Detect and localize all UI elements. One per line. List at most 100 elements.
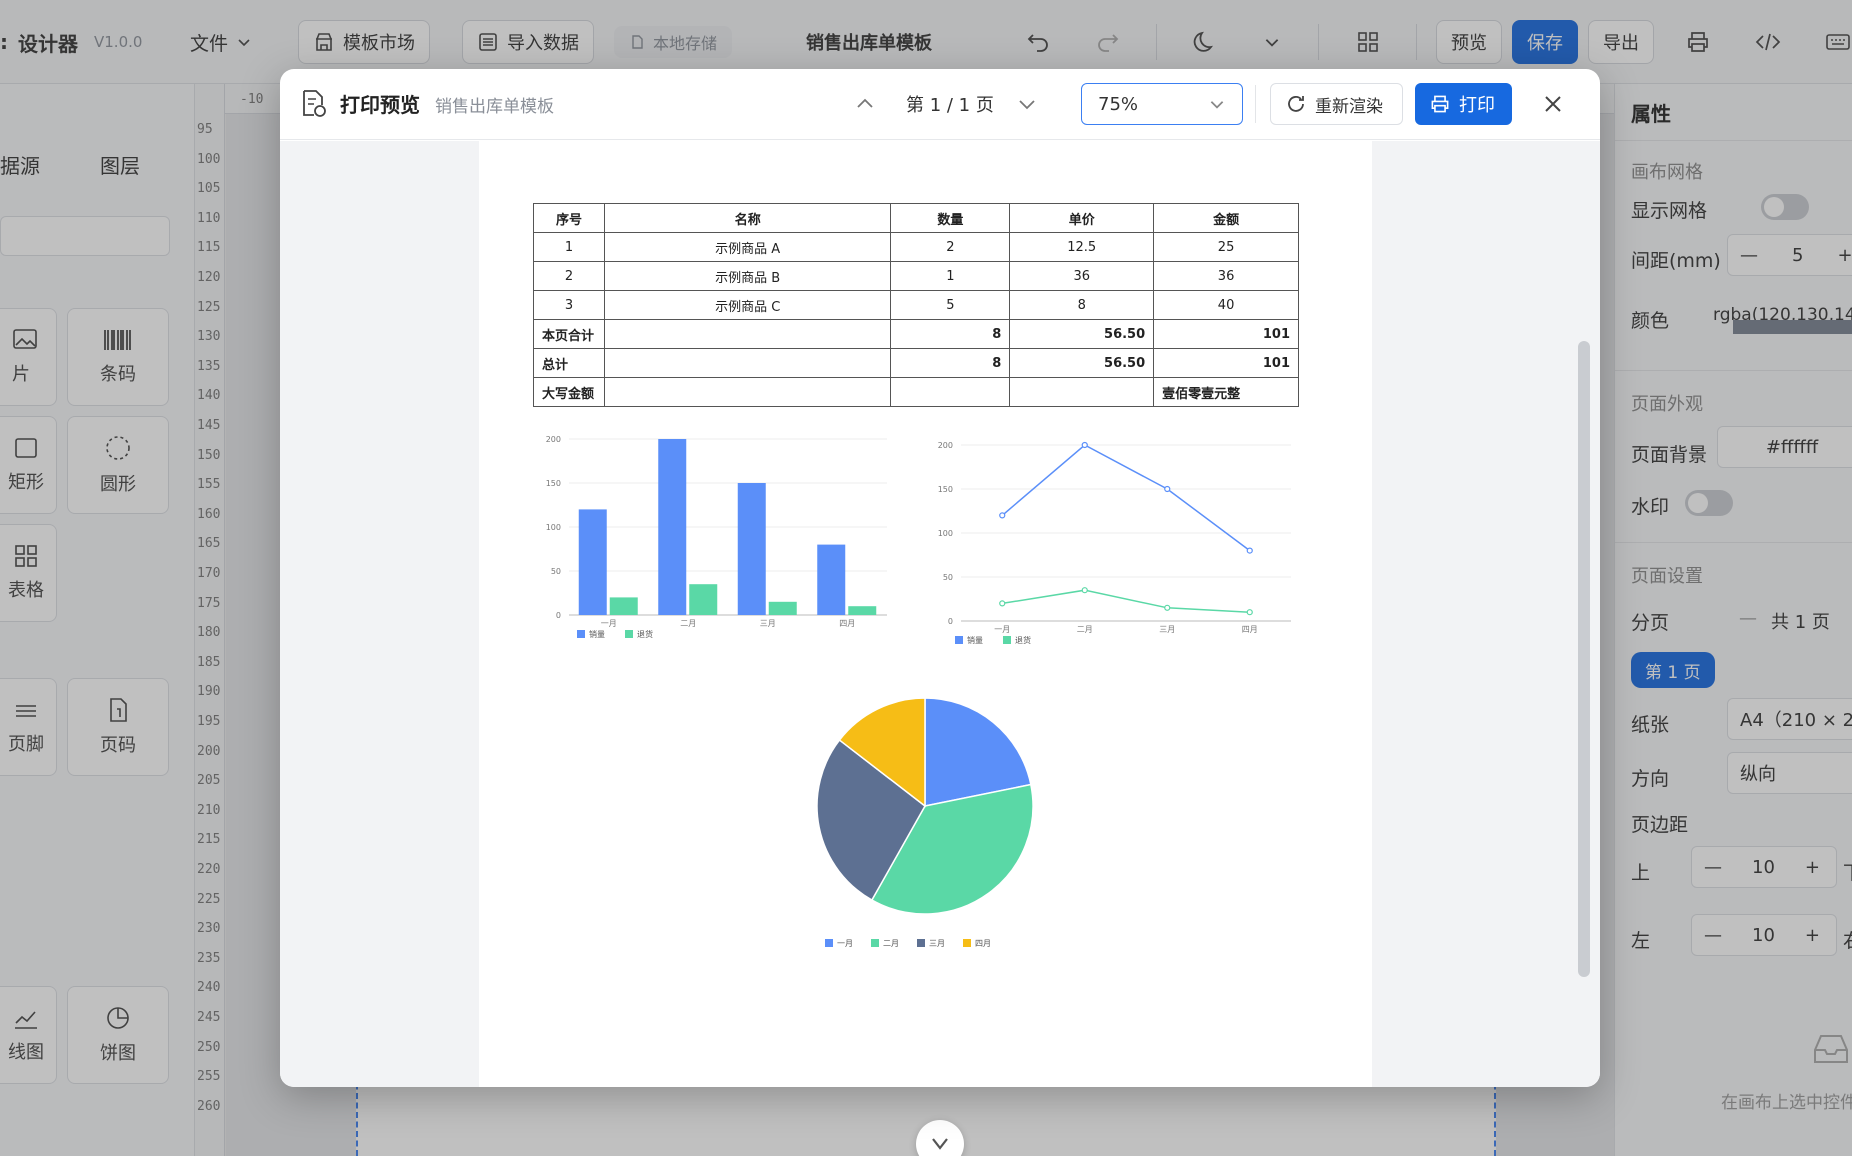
- refresh-icon: [1288, 96, 1304, 112]
- y-tick-label: 150: [938, 485, 953, 494]
- printer-icon: [1431, 95, 1449, 113]
- preview-body[interactable]: 序号 名称 数量 单价 金额 1 示例商品 A 2 12.5 25 2 示例商品…: [280, 141, 1600, 1087]
- table-cell: 12.5: [1009, 232, 1155, 262]
- chevron-down-icon[interactable]: [1016, 93, 1038, 115]
- y-tick-label: 50: [551, 567, 561, 576]
- data-point: [1081, 587, 1088, 594]
- table-row: 1 示例商品 A 2 12.5 25: [533, 232, 1299, 262]
- legend-swatch: [955, 636, 963, 644]
- data-point: [999, 600, 1006, 607]
- amount-words-row: 大写金额 壹佰零壹元整: [533, 377, 1299, 407]
- grand-total-row: 总计 8 56.50 101: [533, 348, 1299, 378]
- data-point: [999, 512, 1006, 519]
- table-cell: 101: [1153, 348, 1299, 378]
- modal-subtitle: 销售出库单模板: [435, 97, 554, 117]
- pie-chart: 一月 二月 三月 四月: [816, 697, 1034, 948]
- table-cell: 36: [1153, 261, 1299, 291]
- table-cell: 1: [890, 261, 1011, 291]
- series-line: [1002, 589, 1250, 613]
- table-cell: 25: [1153, 232, 1299, 262]
- line-chart: 0 50 100 150 200 一月 二月 三月 四月销量 退货: [938, 441, 1291, 645]
- table-cell: [1009, 377, 1155, 407]
- table-cell: 36: [1009, 261, 1155, 291]
- preview-page: 序号 名称 数量 单价 金额 1 示例商品 A 2 12.5 25 2 示例商品…: [479, 141, 1372, 1087]
- legend-label: 退货: [637, 629, 653, 639]
- bar: [658, 439, 687, 615]
- zoom-select[interactable]: 75%: [1081, 83, 1243, 125]
- rerender-button[interactable]: 重新渲染: [1270, 83, 1403, 125]
- x-tick-label: 三月: [1159, 625, 1175, 634]
- legend-label: 三月: [929, 939, 945, 948]
- divider: [1255, 85, 1256, 123]
- table-cell: 大写金额: [533, 377, 605, 407]
- table-cell: [890, 377, 1011, 407]
- y-tick-label: 50: [943, 573, 953, 582]
- table-cell: 3: [533, 290, 605, 320]
- series-line: [1001, 444, 1251, 552]
- table-header-row: 序号 名称 数量 单价 金额: [533, 203, 1299, 233]
- bar: [817, 544, 846, 615]
- data-point: [1246, 547, 1253, 554]
- table-cell: [603, 319, 892, 349]
- table-row: 3 示例商品 C 5 8 40: [533, 290, 1299, 320]
- bar: [578, 509, 607, 615]
- modal-title: 打印预览: [340, 93, 420, 117]
- table-cell: 壹佰零壹元整: [1153, 377, 1299, 407]
- legend-label: 四月: [975, 939, 991, 948]
- table-cell: 5: [890, 290, 1011, 320]
- table-cell: 101: [1153, 319, 1299, 349]
- y-tick-label: 200: [938, 441, 953, 450]
- table-cell: 8: [1009, 290, 1155, 320]
- table-header: 数量: [890, 203, 1011, 233]
- bar: [848, 606, 877, 615]
- rerender-label: 重新渲染: [1315, 96, 1383, 117]
- print-preview-modal: 打印预览 销售出库单模板 第 1 / 1 页 75% 重新渲染 打印 序号 名称: [280, 69, 1600, 1087]
- data-point: [1081, 441, 1088, 449]
- table-header: 金额: [1153, 203, 1299, 233]
- table-row: 2 示例商品 B 1 36 36: [533, 261, 1299, 291]
- table-cell: [603, 377, 892, 407]
- bar: [609, 597, 638, 615]
- x-tick-label: 二月: [680, 619, 696, 628]
- legend-label: 二月: [883, 939, 899, 948]
- table-cell: 40: [1153, 290, 1299, 320]
- data-point: [1246, 609, 1253, 616]
- legend-swatch: [625, 630, 633, 638]
- print-label: 打印: [1459, 95, 1495, 116]
- preview-scrollbar[interactable]: [1578, 341, 1590, 977]
- legend-swatch: [917, 939, 925, 947]
- table-header: 单价: [1009, 203, 1155, 233]
- table-cell: 示例商品 C: [603, 290, 892, 320]
- print-button[interactable]: 打印: [1415, 83, 1512, 125]
- data-point: [1164, 485, 1171, 493]
- x-tick-label: 四月: [839, 619, 855, 628]
- x-tick-label: 二月: [1077, 625, 1093, 634]
- y-tick-label: 150: [546, 479, 561, 488]
- y-tick-label: 100: [938, 529, 953, 538]
- modal-header: 打印预览 销售出库单模板 第 1 / 1 页 75% 重新渲染 打印: [280, 69, 1600, 140]
- table-cell: 示例商品 B: [603, 261, 892, 291]
- table-cell: 本页合计: [533, 319, 605, 349]
- sales-table: 序号 名称 数量 单价 金额 1 示例商品 A 2 12.5 25 2 示例商品…: [533, 203, 1299, 407]
- bar: [689, 584, 718, 615]
- page-indicator: 第 1 / 1 页: [906, 95, 994, 116]
- close-icon[interactable]: [1542, 93, 1564, 115]
- table-cell: 2: [890, 232, 1011, 262]
- y-tick-label: 0: [556, 611, 561, 620]
- document-preview-icon: [303, 90, 326, 117]
- legend-swatch: [825, 939, 833, 947]
- data-point: [1164, 604, 1171, 611]
- table-header: 名称: [603, 203, 892, 233]
- legend-label: 销量: [589, 629, 605, 639]
- bar: [737, 483, 766, 615]
- chevron-up-icon[interactable]: [854, 93, 876, 115]
- table-cell: 8: [890, 348, 1011, 378]
- table-cell: 56.50: [1009, 348, 1155, 378]
- legend-swatch: [963, 939, 971, 947]
- chevron-down-icon: [1210, 101, 1224, 109]
- legend-swatch: [577, 630, 585, 638]
- table-cell: 示例商品 A: [603, 232, 892, 262]
- bar: [768, 601, 797, 615]
- bar-chart: 0 50 100 150 200 一月 二月 三月 四月销量 退货: [546, 435, 887, 639]
- legend-swatch: [871, 939, 879, 947]
